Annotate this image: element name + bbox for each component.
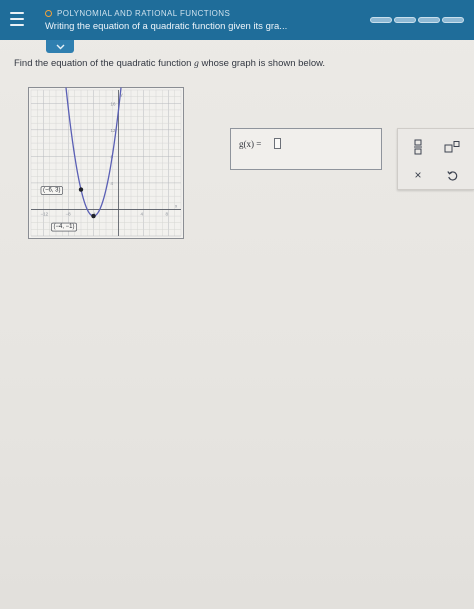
undo-button[interactable]: [442, 165, 462, 185]
chevron-down-icon: [56, 44, 64, 49]
progress-segment: [394, 17, 416, 23]
question-prompt: Find the equation of the quadratic funct…: [14, 58, 325, 69]
exponent-button[interactable]: [440, 137, 464, 157]
vertex-label-text: (−4, −1): [54, 224, 75, 230]
graph-canvas: x y −12−8−448161284 (−6, 3) (−4, −1): [28, 87, 184, 239]
point-a-marker: [78, 187, 84, 192]
prompt-after: whose graph is shown below.: [198, 58, 326, 69]
menu-icon[interactable]: [10, 12, 24, 26]
vertex-label: (−4, −1): [51, 222, 77, 232]
progress-bar: [370, 17, 466, 23]
y-tick-label: 16: [111, 101, 117, 106]
x-tick-label: −12: [41, 211, 49, 216]
answer-box: g(x) =: [230, 128, 382, 170]
progress-segment: [370, 17, 392, 23]
vertex-marker: [91, 213, 96, 219]
x-tick-label: −8: [66, 211, 72, 216]
progress-segment: [418, 17, 440, 23]
clear-button[interactable]: ×: [408, 165, 428, 185]
lesson-title: Writing the equation of a quadratic func…: [45, 21, 288, 32]
answer-input[interactable]: [274, 138, 281, 149]
top-bar: POLYNOMIAL AND RATIONAL FUNCTIONS Writin…: [0, 0, 474, 40]
prompt-before: Find the equation of the quadratic funct…: [14, 58, 195, 69]
progress-segment: [442, 17, 464, 23]
topic-line: POLYNOMIAL AND RATIONAL FUNCTIONS: [45, 9, 230, 18]
fraction-button[interactable]: [408, 137, 428, 157]
fraction-icon: [414, 139, 422, 155]
collapse-toggle[interactable]: [46, 40, 74, 53]
point-a-label: (−6, 3): [40, 186, 63, 195]
exponent-icon: [444, 141, 460, 153]
progress-circle-icon: [45, 10, 52, 17]
undo-icon: [446, 170, 457, 181]
answer-label: g(x) =: [239, 139, 262, 149]
point-a-label-text: (−6, 3): [43, 188, 61, 194]
math-tool-panel: ×: [397, 128, 474, 190]
topic-title: POLYNOMIAL AND RATIONAL FUNCTIONS: [57, 9, 231, 18]
quadratic-graph: x y −12−8−448161284 (−6, 3) (−4, −1): [28, 87, 184, 239]
